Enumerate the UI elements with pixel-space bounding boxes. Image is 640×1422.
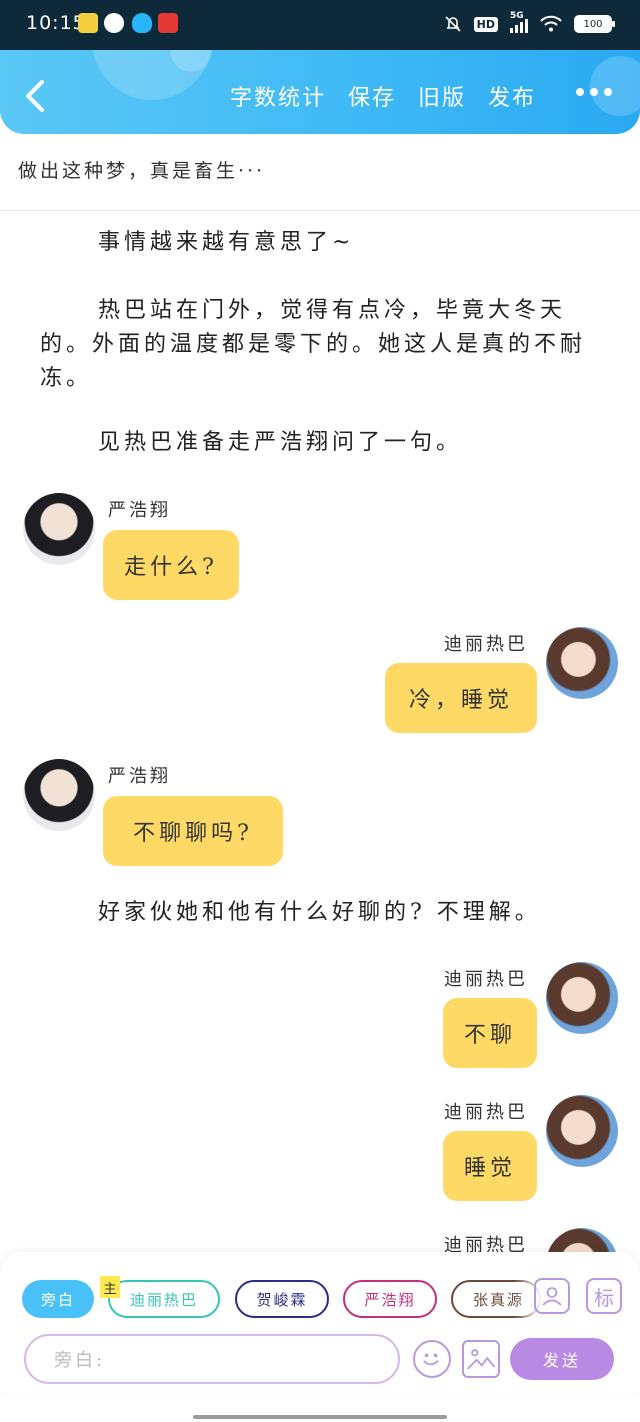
main-character-badge: 主 (100, 1276, 120, 1298)
app-notification-icon (104, 13, 124, 33)
speaker-name: 严浩翔 (108, 766, 171, 787)
publish-button[interactable]: 发布 (488, 80, 536, 112)
role-chip-dilireba[interactable]: 迪丽热巴 (108, 1280, 220, 1318)
word-count-button[interactable]: 字数统计 (230, 80, 326, 112)
narration-text[interactable]: 热巴站在门外，觉得有点冷，毕竟大冬天的。外面的温度都是零下的。她这人是真的不耐冻… (40, 294, 600, 396)
message-bubble[interactable]: 走什么? (103, 530, 239, 600)
avatar[interactable] (546, 962, 618, 1034)
narration-text[interactable]: 好家伙她和他有什么好聊的? 不理解。 (40, 896, 600, 930)
status-bar: 10:15 HD 5G 100 (0, 0, 640, 50)
editor-header: 字数统计 保存 旧版 发布 (0, 50, 640, 134)
status-indicators: HD 5G 100 (444, 11, 615, 36)
wifi-icon (540, 15, 562, 32)
battery-icon: 100 (574, 15, 615, 33)
role-manager-icon[interactable] (534, 1278, 570, 1314)
hd-badge: HD (473, 16, 498, 32)
save-button[interactable]: 保存 (348, 80, 396, 112)
message-bubble[interactable]: 睡觉 (443, 1131, 537, 1201)
network-label: 5G (510, 11, 524, 21)
role-chip-yanhaoxiang[interactable]: 严浩翔 (343, 1280, 437, 1318)
message-bubble[interactable]: 不聊 (443, 998, 537, 1068)
image-icon[interactable] (462, 1340, 500, 1378)
message-input[interactable]: 旁白: (24, 1334, 400, 1384)
old-version-button[interactable]: 旧版 (418, 80, 466, 112)
emoji-icon[interactable] (413, 1340, 451, 1378)
qq-icon (132, 13, 152, 33)
avatar[interactable] (546, 1095, 618, 1167)
mute-bell-icon (445, 16, 461, 32)
header-actions: 字数统计 保存 旧版 发布 (230, 80, 536, 112)
mark-button[interactable]: 标 (586, 1278, 622, 1314)
speaker-name: 严浩翔 (108, 500, 171, 521)
speaker-name: 迪丽热巴 (444, 634, 528, 655)
avatar[interactable] (23, 493, 95, 565)
cellular-signal-icon: 5G (510, 11, 528, 33)
narration-text[interactable]: 事情越来越有意思了~ (40, 226, 600, 260)
decorative-bubble (590, 56, 640, 116)
avatar[interactable] (546, 627, 618, 699)
send-button[interactable]: 发送 (510, 1338, 614, 1380)
role-chip-narration[interactable]: 旁白 (22, 1280, 94, 1318)
avatar[interactable] (23, 759, 95, 831)
back-button[interactable] (18, 76, 54, 116)
editor-panel: 旁白 迪丽热巴 主 贺峻霖 严浩翔 张真源 标 旁白: 发送 (0, 1252, 640, 1392)
app-notification-icon (78, 13, 98, 33)
home-indicator (193, 1415, 447, 1419)
message-bubble[interactable]: 冷，睡觉 (385, 663, 537, 733)
status-time: 10:15 (26, 12, 86, 34)
app-notification-icon (158, 13, 178, 33)
role-chip-hejunlin[interactable]: 贺峻霖 (235, 1280, 329, 1318)
message-bubble[interactable]: 不聊聊吗? (103, 796, 283, 866)
speaker-name: 迪丽热巴 (444, 969, 528, 990)
chapter-title[interactable]: 做出这种梦，真是畜生··· (18, 156, 618, 183)
speaker-name: 迪丽热巴 (444, 1102, 528, 1123)
narration-text[interactable]: 见热巴准备走严浩翔问了一句。 (40, 426, 600, 460)
more-options-button[interactable] (576, 88, 616, 100)
title-divider (0, 210, 640, 211)
